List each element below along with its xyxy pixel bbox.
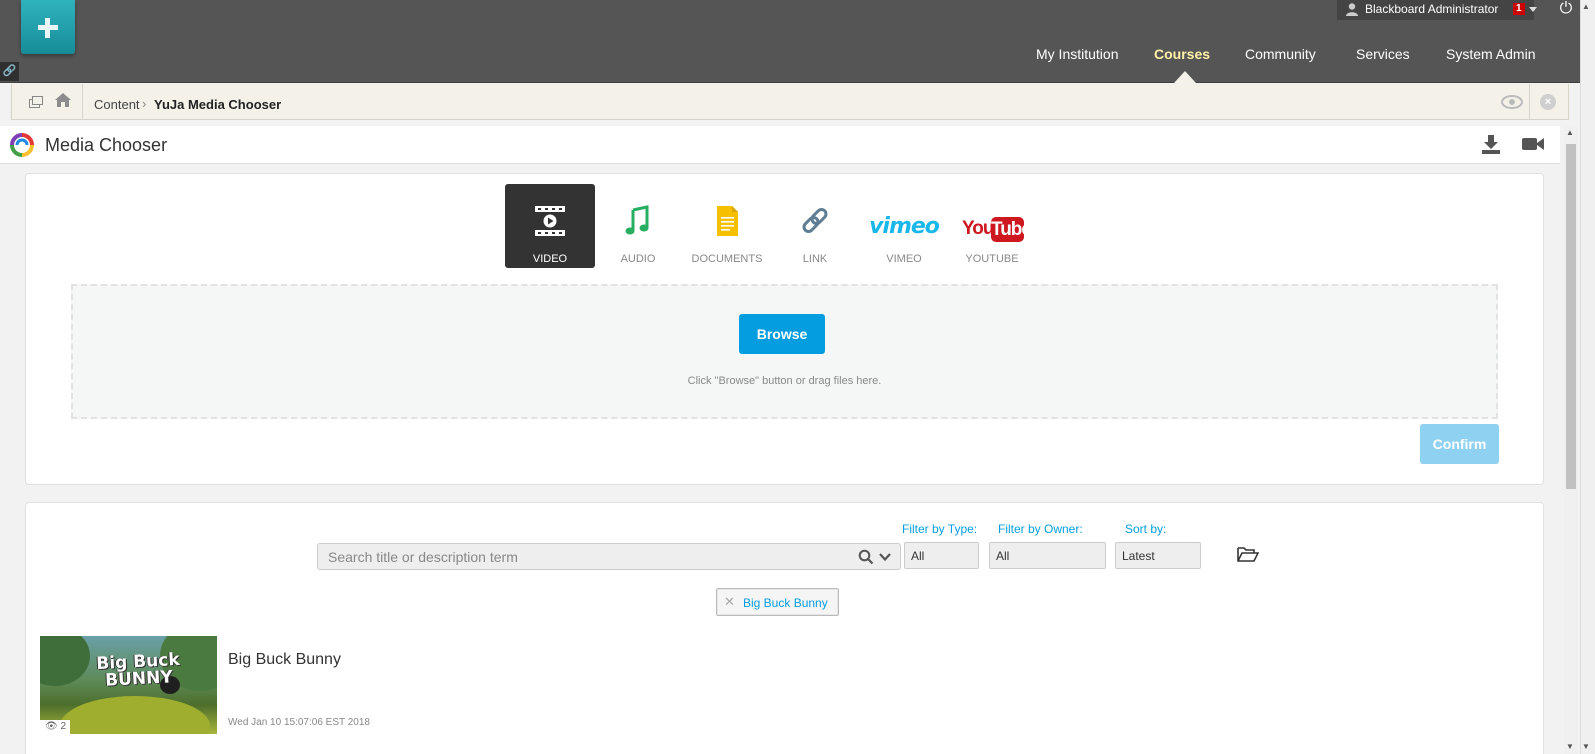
notification-badge[interactable]: 1 — [1513, 3, 1525, 15]
nav-community[interactable]: Community — [1245, 46, 1316, 62]
tab-documents[interactable]: DOCUMENTS — [682, 184, 772, 268]
close-icon[interactable]: ✕ — [724, 594, 735, 610]
folder-open-icon[interactable] — [1237, 545, 1259, 563]
youtube-logo-you: You — [962, 218, 995, 239]
breadcrumb: Content › YuJa Media Chooser × — [11, 84, 1569, 120]
video-icon — [535, 206, 565, 236]
file-drop-zone[interactable]: Browse Click "Browse" button or drag fil… — [71, 284, 1498, 419]
media-chooser-header: Media Chooser — [0, 126, 1560, 164]
music-icon — [625, 205, 649, 235]
page-scrollbar[interactable] — [1580, 0, 1595, 754]
breadcrumb-divider — [82, 84, 83, 120]
nav-my-institution[interactable]: My Institution — [1036, 46, 1118, 62]
frame-scroll-up-arrow[interactable]: ▲ — [1566, 128, 1574, 137]
search-icon[interactable] — [858, 549, 874, 565]
breadcrumb-current: YuJa Media Chooser — [154, 97, 282, 112]
tab-audio[interactable]: AUDIO — [593, 184, 683, 268]
tab-video-label: VIDEO — [532, 253, 568, 265]
vimeo-logo: vimeo — [869, 214, 940, 239]
tab-link-label: LINK — [802, 253, 828, 265]
media-library-panel: Filter by Type: All Filter by Owner: All… — [25, 502, 1544, 754]
user-name: Blackboard Administrator — [1365, 2, 1499, 16]
media-date: Wed Jan 10 15:07:06 EST 2018 — [228, 717, 370, 728]
search-input[interactable] — [328, 548, 848, 566]
view-count-value: 2 — [60, 721, 67, 732]
youtube-logo-tube: Tube — [991, 217, 1032, 242]
frame-scroll-down-arrow[interactable]: ▼ — [1566, 742, 1574, 751]
chevron-down-icon[interactable] — [878, 550, 892, 564]
thumbnail-decoration — [60, 696, 210, 734]
frame-scrollbar-thumb[interactable] — [1566, 144, 1576, 489]
top-bar: 🔗 Blackboard Administrator 1 ⏻ My Instit… — [0, 0, 1580, 83]
user-menu[interactable]: Blackboard Administrator 1 — [1337, 0, 1537, 20]
confirm-button[interactable]: Confirm — [1420, 424, 1499, 464]
download-icon[interactable] — [1480, 133, 1502, 155]
add-plus-logo[interactable] — [21, 0, 75, 54]
filter-type-select[interactable]: All — [904, 542, 979, 569]
eye-icon[interactable] — [1500, 94, 1524, 110]
tab-vimeo[interactable]: vimeo VIMEO — [859, 184, 949, 268]
youtube-logo: You Tube — [962, 217, 1032, 243]
nav-services[interactable]: Services — [1356, 46, 1410, 62]
home-icon[interactable] — [54, 92, 72, 108]
new-window-icon[interactable] — [29, 96, 43, 108]
nav-system-admin[interactable]: System Admin — [1446, 46, 1535, 62]
scroll-up-arrow[interactable]: ▲ — [1582, 2, 1590, 11]
filter-type-label: Filter by Type: — [902, 522, 978, 536]
filter-chip-label: Big Buck Bunny — [743, 596, 828, 610]
video-thumbnail[interactable]: Big Buck BUNNY 👁 2 — [40, 636, 217, 734]
search-box[interactable] — [317, 543, 901, 570]
breadcrumb-divider — [1529, 84, 1530, 120]
power-icon[interactable]: ⏻ — [1555, 0, 1577, 20]
link-icon — [802, 208, 828, 233]
media-title[interactable]: Big Buck Bunny — [228, 651, 341, 669]
sort-select[interactable]: Latest — [1115, 542, 1201, 569]
thumbnail-decoration — [40, 636, 90, 686]
thumbnail-title-line: BUNNY — [104, 667, 174, 691]
tab-audio-label: AUDIO — [620, 253, 656, 265]
list-item[interactable]: Big Buck BUNNY 👁 2 Big Buck Bunny Wed Ja… — [40, 636, 1520, 736]
sort-label: Sort by: — [1125, 522, 1167, 536]
browse-button[interactable]: Browse — [739, 314, 825, 354]
tab-link[interactable]: LINK — [770, 184, 860, 268]
filter-owner-label: Filter by Owner: — [998, 522, 1083, 536]
tab-youtube[interactable]: You Tube YOUTUBE — [947, 184, 1037, 268]
active-nav-pointer — [1174, 71, 1196, 83]
filter-chip[interactable]: ✕ Big Buck Bunny — [716, 588, 839, 616]
eye-icon: 👁 — [45, 721, 58, 732]
document-icon — [717, 206, 738, 236]
scroll-down-arrow[interactable]: ▼ — [1582, 742, 1590, 751]
page-title: Media Chooser — [45, 135, 168, 155]
drop-hint: Click "Browse" button or drag files here… — [687, 375, 882, 387]
tab-youtube-label: YOUTUBE — [965, 253, 1019, 265]
breadcrumb-content[interactable]: Content — [94, 97, 140, 112]
chevron-down-icon[interactable] — [1529, 7, 1537, 12]
upload-panel: VIDEO AUDIO DOCUMENTS LINK vimeo VIMEO Y… — [25, 173, 1544, 485]
tab-vimeo-label: VIMEO — [886, 253, 922, 265]
tab-documents-label: DOCUMENTS — [691, 253, 763, 265]
user-icon — [1346, 3, 1358, 16]
close-icon[interactable]: × — [1540, 94, 1556, 110]
nav-courses[interactable]: Courses — [1154, 46, 1210, 62]
breadcrumb-separator: › — [142, 96, 147, 111]
link-icon[interactable]: 🔗 — [0, 62, 19, 81]
video-camera-icon[interactable] — [1521, 135, 1545, 153]
yuja-logo — [10, 133, 34, 157]
tab-video[interactable]: VIDEO — [505, 184, 595, 268]
thumbnail-title: Big Buck BUNNY — [90, 650, 187, 691]
filter-owner-select[interactable]: All — [989, 542, 1106, 569]
view-count: 👁 2 — [40, 720, 70, 734]
